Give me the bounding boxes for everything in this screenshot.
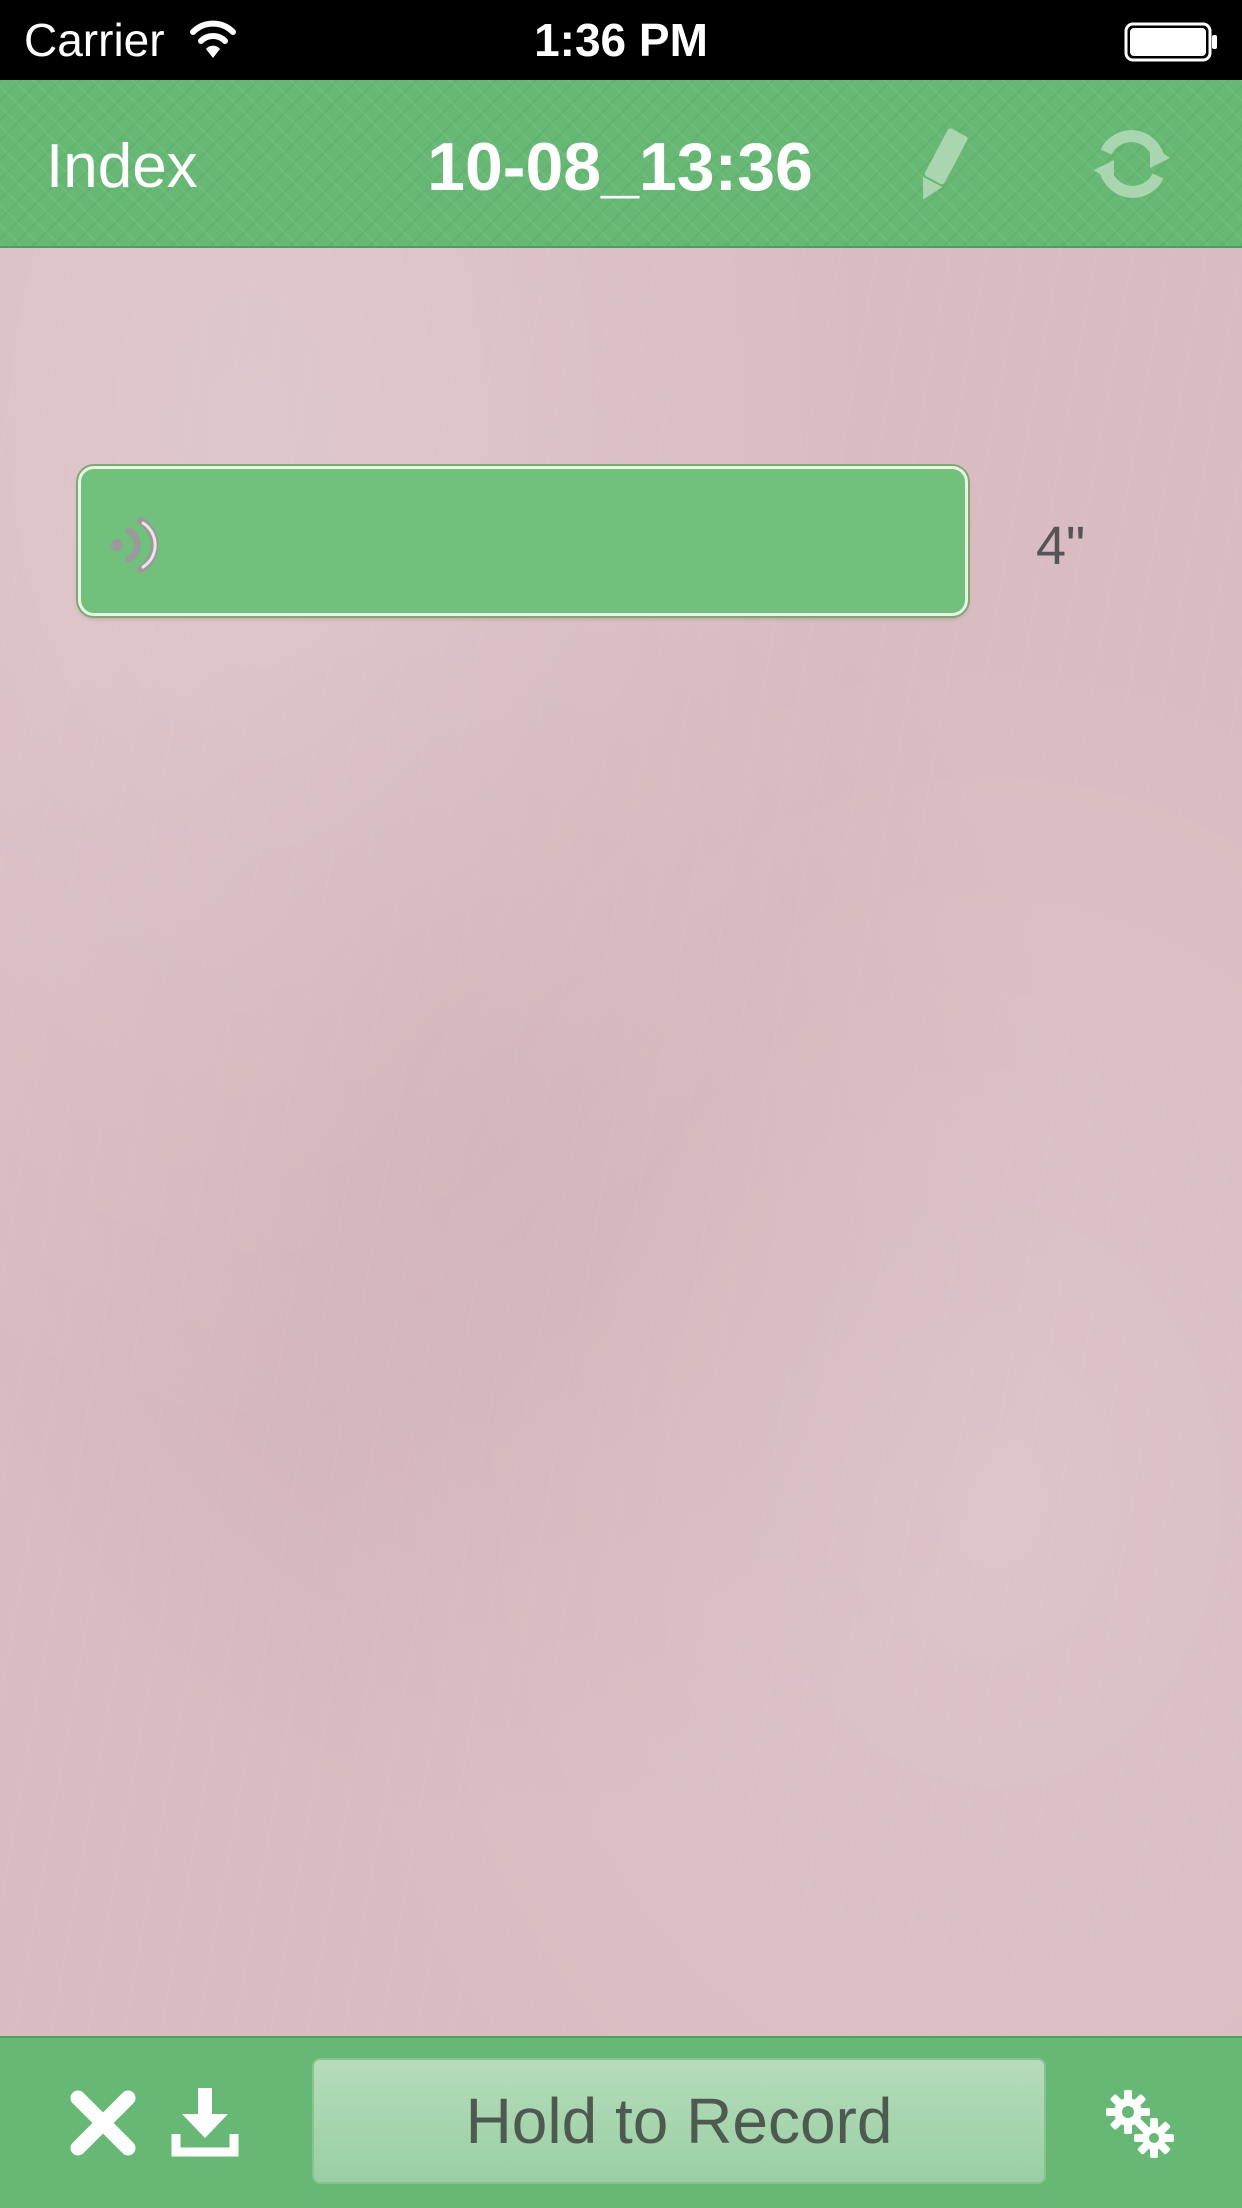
download-icon[interactable] xyxy=(170,2086,240,2158)
voice-message-bubble[interactable] xyxy=(78,466,968,616)
index-back-button[interactable]: Index xyxy=(46,132,198,202)
bottom-toolbar: Hold to Record xyxy=(0,2036,1242,2208)
status-time: 1:36 PM xyxy=(534,14,708,66)
settings-icon[interactable] xyxy=(1102,2086,1178,2162)
voice-duration: 4" xyxy=(1036,516,1086,576)
battery-icon xyxy=(1124,22,1217,62)
page-title: 10-08_13:36 xyxy=(427,129,813,205)
speaker-icon xyxy=(111,517,159,573)
pencil-icon[interactable] xyxy=(908,126,974,206)
refresh-icon[interactable] xyxy=(1092,122,1172,206)
hold-to-record-button[interactable]: Hold to Record xyxy=(312,2058,1046,2184)
message-list: 4" xyxy=(0,248,1242,2036)
delete-icon[interactable] xyxy=(70,2090,136,2156)
navigation-bar: Index 10-08_13:36 xyxy=(0,80,1242,248)
status-bar: Carrier 1:36 PM xyxy=(0,0,1242,80)
